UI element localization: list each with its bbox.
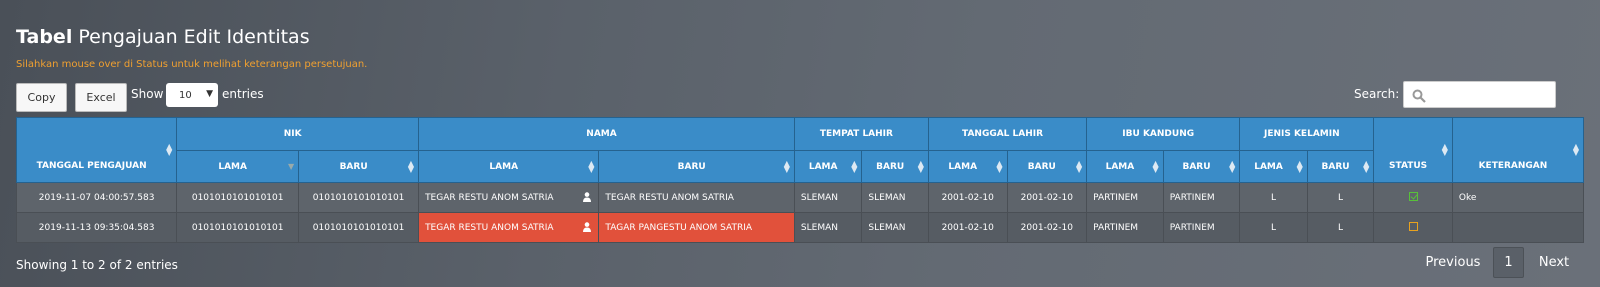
entries-label: entries — [222, 87, 264, 101]
sort-icon: ▲ ▼ — [917, 158, 924, 174]
check-square-icon[interactable] — [1408, 191, 1418, 201]
cell-status[interactable] — [1373, 182, 1453, 213]
col-ibu-baru[interactable]: BARU ▲ ▼ — [1162, 150, 1241, 183]
col-tempat-lama[interactable]: LAMA ▲ ▼ — [793, 150, 863, 183]
cell-ibu-baru: PARTINEM — [1162, 182, 1241, 213]
col-ibu-lama[interactable]: LAMA ▲ ▼ — [1086, 150, 1164, 183]
cell-nik-baru: 0101010101010101 — [298, 212, 420, 243]
cell-jk-baru: L — [1306, 212, 1375, 243]
col-nama-lama[interactable]: LAMA ▲ ▼ — [418, 150, 600, 183]
col-nik-baru[interactable]: BARU ▲ ▼ — [298, 150, 420, 183]
copy-button[interactable]: Copy — [16, 83, 67, 112]
sort-icon: ▲ ▼ — [1075, 158, 1083, 174]
search-field[interactable] — [1430, 86, 1550, 104]
sort-icon: ▲ ▼ — [1363, 158, 1370, 174]
col-nama-baru[interactable]: BARU ▲ ▼ — [598, 150, 795, 183]
cell-nik-lama: 0101010101010101 — [176, 212, 300, 243]
page-1-button[interactable]: 1 — [1493, 247, 1524, 278]
cell-ibu-lama: PARTINEM — [1086, 212, 1164, 243]
sort-icon: ▲ ▼ — [1441, 142, 1448, 157]
sort-icon: ▲ ▼ — [1296, 158, 1303, 174]
cell-tempat-baru: SLEMAN — [861, 212, 929, 243]
cell-jk-lama: L — [1239, 212, 1308, 243]
cell-nama-baru: TEGAR RESTU ANOM SATRIA — [598, 182, 795, 213]
cell-tgl-lama: 2001-02-10 — [927, 182, 1008, 213]
col-nik-lama[interactable]: LAMA ▼ — [176, 150, 300, 183]
table-info: Showing 1 to 2 of 2 entries — [16, 258, 178, 272]
col-tgl-lama[interactable]: LAMA ▲ ▼ — [927, 150, 1008, 183]
next-button[interactable]: Next — [1524, 247, 1584, 278]
page-title: Tabel Pengajuan Edit Identitas — [16, 26, 310, 48]
user-icon — [583, 192, 592, 202]
table-row: 2019-11-07 04:00:57.583 0101010101010101… — [15, 182, 1585, 213]
cell-nama-baru: TAGAR PANGESTU ANOM SATRIA — [598, 212, 795, 243]
cell-tempat-lama: SLEMAN — [793, 212, 863, 243]
entries-select[interactable]: 10 ▼ — [166, 83, 218, 107]
excel-button[interactable]: Excel — [75, 83, 127, 112]
cell-tgl-baru: 2001-02-10 — [1006, 212, 1088, 243]
data-table: TANGGAL PENGAJUAN ▲ ▼ NIK NAMA TEMPAT LAHI… — [15, 117, 1585, 243]
previous-button[interactable]: Previous — [1413, 247, 1493, 278]
cell-tgl-baru: 2001-02-10 — [1006, 182, 1088, 213]
sort-icon: ▲ ▼ — [588, 158, 595, 174]
user-icon — [583, 222, 592, 232]
pending-square-icon[interactable] — [1408, 221, 1418, 231]
search-label: Search: — [1354, 87, 1400, 101]
col-tanggal-pengajuan[interactable]: TANGGAL PENGAJUAN ▲ ▼ — [15, 117, 178, 183]
cell-nik-baru: 0101010101010101 — [298, 182, 420, 213]
cell-keterangan — [1451, 212, 1585, 243]
show-label: Show — [131, 87, 164, 101]
cell-tempat-lama: SLEMAN — [793, 182, 863, 213]
cell-nama-lama: TEGAR RESTU ANOM SATRIA — [418, 182, 600, 213]
cell-tempat-baru: SLEMAN — [861, 182, 929, 213]
cell-status[interactable] — [1373, 212, 1453, 243]
col-jk-baru[interactable]: BARU ▲ ▼ — [1306, 150, 1375, 183]
sort-icon: ▲ ▼ — [1229, 158, 1236, 174]
col-group-ibu-kandung: IBU KANDUNG — [1086, 117, 1241, 151]
col-group-tempat-lahir: TEMPAT LAHIR — [793, 117, 929, 151]
col-tgl-baru[interactable]: BARU ▲ ▼ — [1006, 150, 1088, 183]
cell-ibu-baru: PARTINEM — [1162, 212, 1241, 243]
cell-tanggal: 2019-11-13 09:35:04.583 — [15, 212, 178, 243]
cell-tanggal: 2019-11-07 04:00:57.583 — [15, 182, 178, 213]
sort-icon: ▲ ▼ — [996, 158, 1003, 174]
sort-icon: ▲ ▼ — [1152, 158, 1159, 174]
hint-text: Silahkan mouse over di Status untuk meli… — [16, 59, 368, 70]
col-group-jenis-kelamin: JENIS KELAMIN — [1239, 117, 1375, 151]
caret-down-icon: ▼ — [206, 89, 213, 99]
cell-tgl-lama: 2001-02-10 — [927, 212, 1008, 243]
sort-icon: ▲ ▼ — [851, 158, 858, 174]
col-jk-lama[interactable]: LAMA ▲ ▼ — [1239, 150, 1308, 183]
sort-icon: ▲ ▼ — [166, 142, 173, 157]
col-status[interactable]: STATUS ▲ ▼ — [1373, 117, 1453, 183]
sort-icon: ▲ ▼ — [407, 158, 415, 174]
search-icon — [1412, 89, 1426, 103]
col-tempat-baru[interactable]: BARU ▲ ▼ — [861, 150, 929, 183]
col-group-tanggal-lahir: TANGGAL LAHIR — [927, 117, 1088, 151]
sort-icon: ▲ ▼ — [1572, 142, 1579, 157]
cell-nama-lama: TEGAR RESTU ANOM SATRIA — [418, 212, 600, 243]
col-group-nik: NIK — [176, 117, 420, 151]
cell-ibu-lama: PARTINEM — [1086, 182, 1164, 213]
table-row: 2019-11-13 09:35:04.583 0101010101010101… — [15, 212, 1585, 243]
pagination: Previous 1 Next — [1413, 247, 1584, 278]
col-keterangan[interactable]: KETERANGAN ▲ ▼ — [1451, 117, 1585, 183]
sort-icon: ▲ ▼ — [783, 158, 790, 174]
sort-desc-icon: ▼ — [287, 161, 295, 171]
cell-jk-baru: L — [1306, 182, 1375, 213]
cell-nik-lama: 0101010101010101 — [176, 182, 300, 213]
cell-jk-lama: L — [1239, 182, 1308, 213]
cell-keterangan: Oke — [1451, 182, 1585, 213]
search-input[interactable] — [1403, 81, 1556, 108]
col-group-nama: NAMA — [418, 117, 795, 151]
